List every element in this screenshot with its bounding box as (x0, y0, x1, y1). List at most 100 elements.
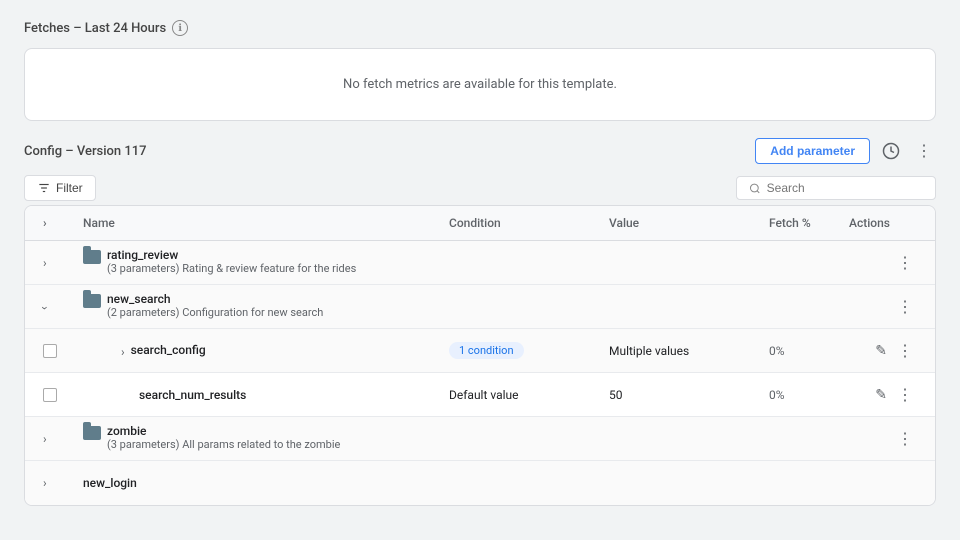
param-name: new_login (83, 476, 137, 490)
row-condition-cell (443, 257, 603, 269)
row-value-cell: Multiple values (603, 338, 763, 364)
row-chevron-new-login[interactable]: › (43, 476, 47, 490)
row-name-cell: new_search (2 parameters) Configuration … (77, 286, 443, 326)
row-chevron-zombie[interactable]: › (43, 432, 47, 446)
filter-button[interactable]: Filter (24, 175, 96, 201)
param-name: search_config (131, 343, 206, 357)
filter-label: Filter (56, 181, 83, 195)
actions-col-header: Actions (843, 212, 923, 234)
config-header: Config – Version 117 Add parameter ⋮ (24, 137, 936, 165)
table-row: › rating_review (3 parameters) Rating & … (25, 241, 935, 285)
edit-button[interactable]: ✎ (872, 383, 890, 406)
row-condition-cell (443, 301, 603, 313)
row-fetch-cell (763, 301, 843, 313)
value-text: Multiple values (609, 344, 689, 358)
fetches-header: Fetches – Last 24 Hours ℹ (24, 20, 936, 36)
name-text: new_search (2 parameters) Configuration … (107, 292, 323, 320)
row-checkbox[interactable] (43, 388, 57, 402)
row-fetch-cell: 0% (763, 338, 843, 364)
param-name: new_search (107, 292, 323, 306)
table-row: › zombie (3 parameters) All params relat… (25, 417, 935, 461)
history-button[interactable] (878, 138, 904, 164)
value-col-header: Value (603, 212, 763, 234)
value-text: 50 (609, 388, 623, 402)
edit-button[interactable]: ✎ (872, 339, 890, 362)
row-value-cell (603, 257, 763, 269)
row-actions-cell: ✎ ⋮ (843, 332, 923, 370)
row-actions-cell: ✎ ⋮ (843, 376, 923, 414)
row-expand-cell: › (37, 470, 77, 496)
expand-all-chevron[interactable]: › (43, 216, 47, 230)
row-condition-cell: Default value (443, 382, 603, 408)
row-more-button[interactable]: ⋮ (894, 426, 917, 452)
name-col-header: Name (77, 212, 443, 234)
row-more-button[interactable]: ⋮ (894, 382, 917, 408)
param-desc: (2 parameters) Configuration for new sea… (107, 306, 323, 320)
param-name: search_num_results (139, 388, 246, 402)
row-actions-cell: ⋮ (843, 288, 923, 326)
fetch-metrics-box: No fetch metrics are available for this … (24, 48, 936, 121)
name-text: search_config (131, 343, 206, 357)
row-name-cell: zombie (3 parameters) All params related… (77, 418, 443, 458)
name-text: new_login (83, 476, 137, 490)
row-fetch-cell (763, 477, 843, 489)
indented-name: search_num_results (83, 388, 437, 402)
row-chevron-rating-review[interactable]: › (43, 256, 47, 270)
row-chevron-new-search[interactable]: › (38, 306, 52, 310)
row-expand-cell: › (37, 426, 77, 452)
table-toolbar: Filter (24, 175, 936, 201)
param-desc: (3 parameters) Rating & review feature f… (107, 262, 356, 276)
name-text: search_num_results (121, 388, 246, 402)
row-more-button[interactable]: ⋮ (894, 338, 917, 364)
fetches-info-icon[interactable]: ℹ (172, 20, 188, 36)
folder-icon (83, 250, 101, 264)
param-name: rating_review (107, 248, 356, 262)
config-actions: Add parameter ⋮ (755, 137, 936, 165)
param-name: zombie (107, 424, 340, 438)
row-chevron-search-config[interactable]: › (121, 345, 125, 359)
default-value-label: Default value (449, 388, 519, 402)
param-desc: (3 parameters) All params related to the… (107, 438, 340, 452)
fetch-metrics-empty: No fetch metrics are available for this … (343, 77, 617, 92)
row-condition-cell (443, 433, 603, 445)
name-text: zombie (3 parameters) All params related… (107, 424, 340, 452)
row-more-button[interactable]: ⋮ (894, 294, 917, 320)
row-expand-cell: › (37, 293, 77, 321)
row-condition-cell: 1 condition (443, 336, 603, 365)
name-text: rating_review (3 parameters) Rating & re… (107, 248, 356, 276)
row-checkbox-cell (37, 382, 77, 408)
row-value-cell (603, 477, 763, 489)
add-parameter-button[interactable]: Add parameter (755, 138, 870, 164)
row-value-cell (603, 301, 763, 313)
table-row: › search_config 1 condition Multiple val… (25, 329, 935, 373)
row-expand-cell: › (37, 250, 77, 276)
fetches-title: Fetches – Last 24 Hours (24, 21, 166, 36)
row-checkbox-cell (37, 338, 77, 364)
row-fetch-cell (763, 433, 843, 445)
table-header-row: › Name Condition Value Fetch % Actions (25, 206, 935, 241)
params-table: › Name Condition Value Fetch % Actions ›… (24, 205, 936, 506)
row-checkbox[interactable] (43, 344, 57, 358)
row-condition-cell (443, 477, 603, 489)
row-actions-cell: ⋮ (843, 244, 923, 282)
indented-name: › search_config (83, 343, 437, 359)
search-box (736, 176, 936, 200)
row-actions-cell (843, 477, 923, 489)
table-row: › new_login (25, 461, 935, 505)
row-fetch-cell (763, 257, 843, 269)
row-name-cell: new_login (77, 470, 443, 496)
table-row: › new_search (2 parameters) Configuratio… (25, 285, 935, 329)
row-actions-cell: ⋮ (843, 420, 923, 458)
config-more-button[interactable]: ⋮ (912, 137, 936, 165)
search-input[interactable] (767, 181, 923, 195)
row-fetch-cell: 0% (763, 382, 843, 408)
row-name-cell: › search_config (77, 337, 443, 365)
row-value-cell: 50 (603, 382, 763, 408)
condition-col-header: Condition (443, 212, 603, 234)
condition-badge: 1 condition (449, 342, 524, 359)
row-more-button[interactable]: ⋮ (894, 250, 917, 276)
fetch-pct-col-header: Fetch % (763, 212, 843, 234)
folder-icon (83, 294, 101, 308)
folder-icon (83, 426, 101, 440)
table-row: search_num_results Default value 50 0% ✎… (25, 373, 935, 417)
